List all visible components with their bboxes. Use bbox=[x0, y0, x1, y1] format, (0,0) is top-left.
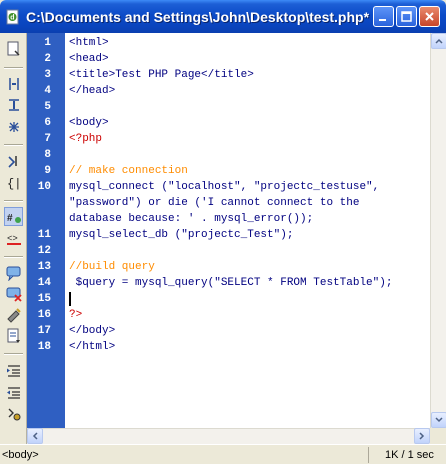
dreamweaver-file-icon: d bbox=[4, 8, 22, 26]
line-number: 12 bbox=[37, 245, 51, 257]
minimize-button[interactable] bbox=[373, 6, 394, 27]
line-number: 15 bbox=[37, 293, 51, 305]
status-bar: <body> 1K / 1 sec bbox=[0, 444, 446, 464]
expand-tag-icon[interactable] bbox=[4, 74, 23, 93]
download-size: 1K / 1 sec bbox=[368, 447, 446, 463]
code-line[interactable]: <html> bbox=[69, 35, 109, 51]
scroll-up-button[interactable] bbox=[431, 33, 446, 49]
outdent-icon[interactable] bbox=[4, 382, 23, 401]
scrollbar-corner bbox=[430, 428, 446, 444]
line-number: 10 bbox=[37, 181, 51, 193]
remove-comment-icon[interactable] bbox=[4, 284, 23, 303]
line-number: 5 bbox=[44, 101, 51, 113]
scroll-right-button[interactable] bbox=[414, 428, 430, 444]
tag-selector[interactable]: <body> bbox=[2, 449, 39, 461]
svg-text:<>: <> bbox=[7, 234, 18, 244]
scroll-down-button[interactable] bbox=[431, 412, 446, 428]
window-title: C:\Documents and Settings\John\Desktop\t… bbox=[26, 8, 370, 25]
indent-icon[interactable] bbox=[4, 360, 23, 379]
format-source-icon[interactable] bbox=[4, 404, 23, 423]
code-line[interactable]: mysql_connect ("localhost", "projectc_te… bbox=[69, 179, 379, 195]
collapse-selection-icon[interactable] bbox=[4, 95, 23, 114]
coding-toolbar: {|} # <> bbox=[0, 33, 27, 444]
collapse-full-icon[interactable] bbox=[4, 117, 23, 136]
line-number bbox=[27, 211, 51, 227]
maximize-icon bbox=[401, 11, 412, 22]
title-bar[interactable]: d C:\Documents and Settings\John\Desktop… bbox=[0, 0, 446, 33]
code-line[interactable]: </head> bbox=[69, 83, 115, 99]
code-line[interactable]: mysql_select_db ("projectc_Test"); bbox=[69, 227, 293, 243]
line-number: 8 bbox=[44, 149, 51, 161]
code-line[interactable]: <head> bbox=[69, 51, 109, 67]
line-number: 17 bbox=[37, 325, 51, 337]
line-number: 6 bbox=[44, 117, 51, 129]
close-button[interactable] bbox=[419, 6, 440, 27]
line-number bbox=[27, 195, 51, 211]
text-caret bbox=[69, 292, 71, 306]
line-number: 1 bbox=[44, 37, 51, 49]
recent-snippets-icon[interactable] bbox=[4, 326, 23, 345]
chevron-right-icon bbox=[419, 432, 425, 440]
maximize-button[interactable] bbox=[396, 6, 417, 27]
code-line[interactable]: // make connection bbox=[69, 163, 188, 179]
code-line[interactable]: "password") or die ('I cannot connect to… bbox=[69, 195, 359, 211]
select-parent-tag-icon[interactable] bbox=[4, 151, 23, 170]
horizontal-scrollbar[interactable] bbox=[27, 428, 430, 444]
line-number: 7 bbox=[44, 133, 51, 145]
line-number-gutter: 1 2 3 4 5 6 7 8 9 10 11 12 13 14 15 16 17 18 bbox=[27, 33, 65, 428]
code-line[interactable]: <?php bbox=[69, 131, 102, 147]
code-line[interactable]: <body> bbox=[69, 115, 109, 131]
code-line[interactable]: <title>Test PHP Page</title> bbox=[69, 67, 254, 83]
code-line[interactable]: database because: ' . mysql_error()); bbox=[69, 211, 313, 227]
highlight-invalid-icon[interactable]: <> bbox=[4, 229, 23, 248]
line-number: 14 bbox=[37, 277, 51, 289]
line-number: 3 bbox=[44, 69, 51, 81]
balance-braces-icon[interactable]: {|} bbox=[4, 173, 23, 192]
line-number: 13 bbox=[37, 261, 51, 273]
svg-text:{|}: {|} bbox=[7, 177, 22, 191]
line-number: 11 bbox=[37, 229, 51, 241]
code-editor[interactable]: <html> <head> <title>Test PHP Page</title>… bbox=[65, 33, 430, 428]
chevron-up-icon bbox=[435, 38, 443, 44]
apply-comment-icon[interactable] bbox=[4, 263, 23, 282]
line-number: 18 bbox=[37, 341, 51, 353]
svg-text:#: # bbox=[7, 213, 13, 224]
svg-text:d: d bbox=[10, 14, 14, 21]
line-number: 16 bbox=[37, 309, 51, 321]
code-line[interactable]: $query = mysql_query("SELECT * FROM Test… bbox=[69, 275, 393, 291]
chevron-left-icon bbox=[32, 432, 38, 440]
document-icon[interactable] bbox=[4, 39, 23, 58]
minimize-icon bbox=[379, 19, 386, 21]
chevron-down-icon bbox=[435, 417, 443, 423]
code-line[interactable]: </html> bbox=[69, 339, 115, 355]
line-number: 9 bbox=[44, 165, 51, 177]
scroll-left-button[interactable] bbox=[27, 428, 43, 444]
close-icon bbox=[425, 12, 434, 21]
wrap-tag-icon[interactable] bbox=[4, 305, 23, 324]
code-line[interactable]: ?> bbox=[69, 307, 82, 323]
line-number: 2 bbox=[44, 53, 51, 65]
vertical-scrollbar[interactable] bbox=[430, 33, 446, 428]
line-number: 4 bbox=[44, 85, 51, 97]
code-line[interactable]: </body> bbox=[69, 323, 115, 339]
code-line[interactable]: //build query bbox=[69, 259, 155, 275]
line-numbers-icon[interactable]: # bbox=[4, 207, 23, 226]
